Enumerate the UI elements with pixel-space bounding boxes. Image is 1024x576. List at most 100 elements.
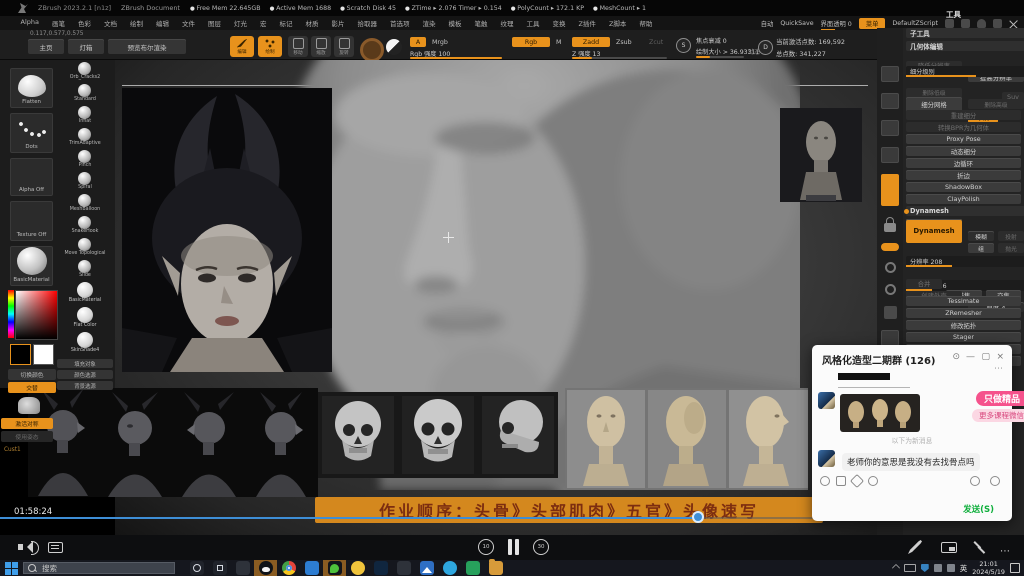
cust-label[interactable]: Cust1	[4, 447, 21, 453]
pip-frame-icon[interactable]	[941, 542, 957, 553]
ring-icon[interactable]	[885, 262, 896, 273]
alt-button[interactable]: 交替	[8, 382, 56, 393]
home-button[interactable]: 主页	[28, 39, 64, 54]
dynamesh-button[interactable]: Dynamesh	[906, 219, 962, 243]
qq-icon[interactable]	[259, 561, 273, 575]
tool-thumb-icon[interactable]	[881, 330, 899, 346]
menu-item[interactable]: 工具	[520, 18, 546, 28]
dynamesh-groups-toggle[interactable]: 组	[968, 243, 994, 253]
zcut-toggle[interactable]: Zcut	[645, 37, 667, 47]
menu-item[interactable]: 绘制	[123, 18, 149, 28]
resize-icon[interactable]	[973, 541, 986, 554]
menu-item[interactable]: 画笔	[45, 18, 71, 28]
app-icon[interactable]	[236, 561, 250, 575]
chat-bubble-icon[interactable]	[868, 476, 878, 486]
zadd-toggle[interactable]: Zadd	[572, 37, 610, 47]
menu-item[interactable]: 帮助	[633, 18, 659, 28]
texture-preview[interactable]: Texture Off	[10, 201, 53, 241]
quick-material-item[interactable]: BasicMaterial	[69, 282, 101, 307]
secondary-color-swatch[interactable]	[33, 344, 54, 365]
taskbar-search[interactable]	[23, 562, 175, 574]
pen-icon[interactable]	[993, 19, 1002, 28]
material-preview[interactable]: BasicMaterial	[10, 246, 53, 286]
ring-icon[interactable]	[885, 284, 896, 295]
yellow-app-icon[interactable]	[351, 561, 365, 575]
call-icon[interactable]	[990, 476, 1000, 486]
geometry-subsection-button[interactable]: Stager	[906, 332, 1021, 342]
rotate-button[interactable]: 旋转	[334, 36, 354, 57]
quick-brush-item[interactable]: Pinch	[78, 150, 91, 172]
brush-tool-icon[interactable]	[884, 306, 897, 319]
a-toggle[interactable]: A	[410, 37, 426, 47]
ime-indicator[interactable]: 英	[960, 563, 968, 574]
current-brush-preview[interactable]: Flatten	[10, 68, 53, 108]
rgb-toggle[interactable]: Rgb	[512, 37, 550, 47]
draw-dial-icon[interactable]: D	[758, 40, 773, 55]
quick-brush-item[interactable]: SnakeHook	[72, 216, 99, 238]
current-stroke-preview[interactable]: Dots	[10, 113, 53, 153]
menu-item[interactable]: 文件	[175, 18, 201, 28]
more-menu-icon[interactable]: ⋯	[994, 364, 1004, 374]
menu-item[interactable]: 图层	[201, 18, 227, 28]
use-pose-button[interactable]: 使用姿态	[1, 431, 53, 442]
quick-brush-item[interactable]: Standard	[74, 84, 96, 106]
geometry-subsection-button[interactable]: ClayPolish	[906, 194, 1021, 204]
edit-button[interactable]: 编辑	[230, 36, 254, 57]
activate-symmetry-button[interactable]: 激活对称	[1, 418, 53, 429]
menu-item[interactable]: 灯光	[227, 18, 253, 28]
tool-thumb-icon[interactable]	[881, 120, 899, 136]
menu-item[interactable]: Alpha	[14, 18, 45, 28]
resolution-slider[interactable]: 分辨率 208	[906, 256, 1024, 267]
lightbox-button[interactable]: 灯箱	[68, 39, 104, 54]
lock-icon[interactable]	[884, 223, 896, 232]
suv-toggle[interactable]: Suv	[1002, 92, 1024, 102]
chat-image-message[interactable]	[840, 394, 920, 432]
ui-opacity-slider[interactable]: 界面透明 0	[821, 19, 852, 28]
skip-forward-button[interactable]: 30	[533, 539, 549, 555]
menu-item[interactable]: 拾取器	[351, 18, 384, 28]
dynamesh-polish-toggle[interactable]: 抛光	[998, 243, 1024, 253]
avatar[interactable]	[818, 450, 835, 467]
color-action-button[interactable]: 填充对象	[57, 359, 113, 368]
skip-back-button[interactable]: 10	[478, 539, 494, 555]
sdiv-slider[interactable]: 细分级别	[906, 66, 1024, 77]
taskbar-clock[interactable]: 21:012024/5/19	[972, 560, 1005, 576]
hidden-icons-chevron[interactable]	[891, 564, 899, 572]
menu-item[interactable]: 变换	[546, 18, 572, 28]
material-sphere-icon[interactable]	[386, 39, 402, 55]
blue-app-icon[interactable]	[305, 561, 319, 575]
symmetry-brush-icon[interactable]	[18, 397, 40, 414]
minimize-icon[interactable]: —	[966, 352, 975, 362]
folder-icon[interactable]	[836, 476, 846, 486]
close-icon[interactable]	[1009, 19, 1018, 28]
scale-button[interactable]: 缩放	[311, 36, 331, 57]
more-options-icon[interactable]: ⋯	[1000, 546, 1012, 557]
menu-item[interactable]: 编辑	[149, 18, 175, 28]
tool-thumb-icon[interactable]	[881, 93, 899, 109]
menu-item[interactable]: 文档	[97, 18, 123, 28]
notification-center-icon[interactable]	[1010, 563, 1020, 573]
avatar[interactable]	[818, 392, 835, 409]
preview-boolean-button[interactable]: 预览布尔渲染	[108, 39, 186, 54]
menu-item[interactable]: 首选项	[383, 18, 416, 28]
zsub-toggle[interactable]: Zsub	[612, 37, 636, 47]
brush-preview-icon[interactable]	[360, 38, 384, 62]
geometry-subsection-button[interactable]: Tessimate	[906, 296, 1021, 306]
volume-icon[interactable]	[18, 541, 32, 553]
active-preview-icon[interactable]	[881, 174, 899, 206]
close-icon[interactable]: ×	[996, 352, 1004, 362]
geometry-subsection-button[interactable]: 动态细分	[906, 146, 1021, 156]
color-action-button[interactable]: 颜色选源	[57, 370, 113, 379]
menu-toggle-button[interactable]: 菜单	[859, 18, 886, 29]
tray-app-icon[interactable]	[947, 564, 955, 572]
photos-icon[interactable]	[420, 561, 434, 575]
subtool-section-header[interactable]: 子工具	[906, 28, 1024, 38]
m-toggle[interactable]: M	[552, 37, 565, 47]
geometry-subsection-button[interactable]: 折边	[906, 170, 1021, 180]
geometry-subsection-button[interactable]: ShadowBox	[906, 182, 1021, 192]
geometry-subsection-button[interactable]: 边循环	[906, 158, 1021, 168]
search-input[interactable]	[40, 563, 144, 574]
tool-thumb-icon[interactable]	[881, 66, 899, 82]
draw-button[interactable]: 绘制	[258, 36, 282, 57]
menu-item[interactable]: 笔触	[468, 18, 494, 28]
